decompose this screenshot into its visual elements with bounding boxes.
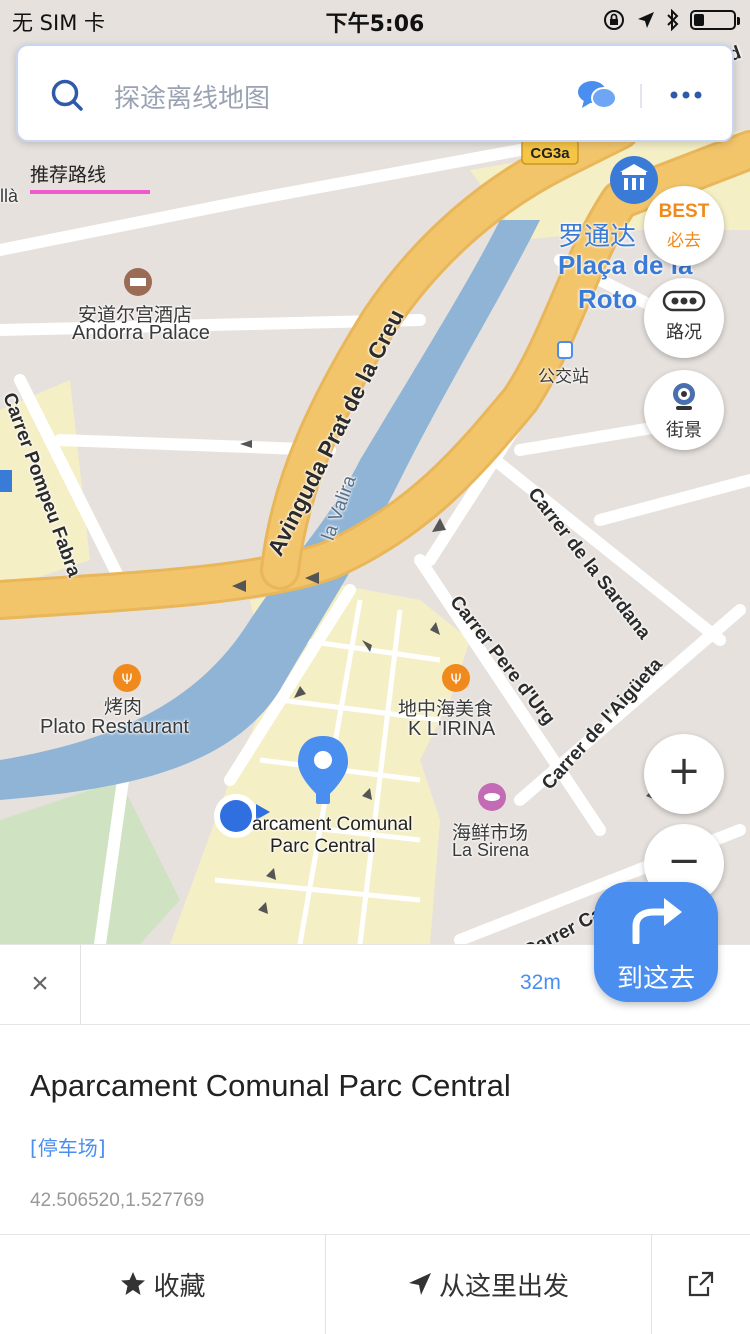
traffic-icon [662, 290, 706, 312]
search-input[interactable]: 探途离线地图 [114, 78, 270, 115]
tab-underline [30, 190, 150, 194]
label-rotonda-en2: Roto [578, 284, 638, 314]
minus-icon: − [667, 838, 701, 884]
traffic-button[interactable]: 路况 [644, 278, 724, 358]
battery-fill [694, 14, 704, 26]
share-icon [688, 1271, 713, 1297]
poi-panel: × 32m Aparcament Comunal Parc Central [停… [0, 944, 750, 1334]
street-view-button[interactable]: 街景 [644, 370, 724, 450]
label-plato-cn: 烤肉 [104, 696, 143, 718]
start-here-button[interactable]: 从这里出发 [325, 1234, 651, 1334]
more-icon[interactable] [670, 90, 702, 100]
poi-coordinates: 42.506520,1.527769 [30, 1190, 205, 1211]
label-med-en: K L'IRINA [408, 718, 496, 740]
go-here-label: 到这去 [616, 964, 695, 994]
go-here-button[interactable]: 到这去 [594, 882, 718, 1002]
tab-recommended-routes[interactable]: 推荐路线 [30, 160, 106, 187]
search-separator [640, 84, 642, 108]
road-badge: CG3a [530, 145, 570, 162]
best-button[interactable]: BEST 必去 [644, 186, 724, 266]
start-here-label: 从这里出发 [438, 1271, 569, 1302]
turn-right-arrow-icon [632, 898, 682, 944]
close-button[interactable]: × [0, 944, 81, 1024]
label-rotonda-cn: 罗通达 [558, 222, 637, 252]
label-plato-en: Plato Restaurant [40, 716, 189, 738]
poi-category[interactable]: [停车场] [30, 1132, 106, 1161]
distance-label: 32m [520, 971, 561, 994]
panel-divider [0, 1024, 750, 1025]
zoom-in-button[interactable]: + [644, 734, 724, 814]
label-edge-left: llà [0, 186, 19, 206]
label-bus-stop: 公交站 [538, 367, 589, 387]
label-andorra-palace-en: Andorra Palace [72, 322, 210, 344]
status-bar: 无 SIM 卡 下午5:06 [0, 0, 750, 40]
poi-title: Aparcament Comunal Parc Central [30, 1068, 511, 1103]
best-label: BEST [658, 201, 710, 222]
plus-icon: + [667, 748, 701, 794]
battery-icon [690, 10, 740, 30]
share-button[interactable] [651, 1234, 750, 1334]
label-parking-line1: arcament Comunal [252, 814, 413, 835]
favorite-label: 收藏 [153, 1271, 206, 1302]
label-med-cn: 地中海美食 [398, 698, 494, 720]
label-parking-line2: Parc Central [270, 836, 376, 857]
location-arrow-icon [638, 12, 654, 28]
svg-text:Ψ: Ψ [450, 672, 461, 688]
search-icon[interactable] [50, 78, 84, 112]
bluetooth-icon [667, 9, 679, 31]
chat-icon[interactable] [576, 78, 620, 114]
camera-icon [673, 383, 695, 410]
label-fish-en: La Sirena [452, 840, 530, 860]
search-bar[interactable]: 探途离线地图 [16, 44, 734, 142]
status-icons [602, 8, 740, 32]
favorite-button[interactable]: 收藏 [0, 1234, 325, 1334]
star-icon [121, 1272, 146, 1295]
navigation-arrow-icon [408, 1273, 431, 1295]
rotation-lock-icon [604, 10, 624, 30]
best-sub-label: 必去 [667, 231, 701, 251]
traffic-label: 路况 [666, 322, 702, 343]
svg-text:Ψ: Ψ [121, 672, 132, 688]
street-view-label: 街景 [666, 420, 702, 441]
